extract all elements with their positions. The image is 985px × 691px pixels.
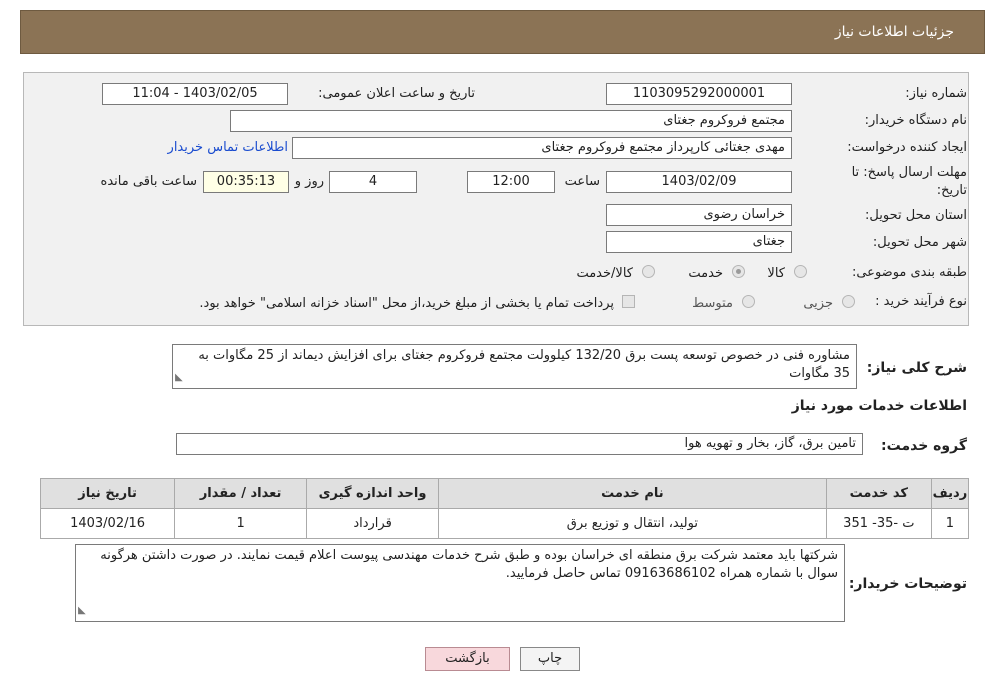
city-label: شهر محل تحویل: bbox=[872, 235, 967, 250]
province-label: استان محل تحویل: bbox=[865, 208, 967, 223]
remaining-time-field: 00:35:13 bbox=[203, 171, 289, 193]
province-field: خراسان رضوی bbox=[606, 204, 792, 226]
service-group-label: گروه خدمت: bbox=[881, 438, 967, 454]
category-goods-service-label: کالا/خدمت bbox=[576, 266, 633, 281]
cell-quantity: 1 bbox=[174, 508, 308, 539]
deadline-time-field: 12:00 bbox=[467, 171, 555, 193]
service-group-field: تامین برق، گاز، بخار و تهویه هوا bbox=[176, 433, 863, 455]
purchase-minor-radio[interactable] bbox=[842, 295, 855, 308]
page-header: جزئیات اطلاعات نیاز bbox=[20, 10, 985, 54]
days-label: روز و bbox=[294, 174, 324, 189]
services-section-title: اطلاعات خدمات مورد نیاز bbox=[791, 398, 967, 414]
buyer-notes-textarea[interactable]: شرکتها باید معتمد شرکت برق منطقه ای خراس… bbox=[75, 544, 845, 622]
col-header-need-date: تاریخ نیاز bbox=[39, 478, 176, 509]
deadline-date-field: 1403/02/09 bbox=[606, 171, 792, 193]
buyer-contact-link[interactable]: اطلاعات تماس خریدار bbox=[168, 140, 288, 155]
cell-service-name: تولید، انتقال و توزیع برق bbox=[438, 508, 827, 539]
resize-grip-icon[interactable]: ◢ bbox=[78, 602, 86, 620]
page-title: جزئیات اطلاعات نیاز bbox=[834, 24, 954, 40]
purchase-medium-radio[interactable] bbox=[742, 295, 755, 308]
category-goods-service-radio[interactable] bbox=[642, 265, 655, 278]
need-number-field: 1103095292000001 bbox=[606, 83, 792, 105]
cell-service-code: ت -35- 351 bbox=[825, 508, 932, 539]
announce-datetime-field: 1403/02/05 - 11:04 bbox=[102, 83, 288, 105]
buyer-org-field: مجتمع فروکروم جغتای bbox=[230, 110, 792, 132]
remaining-label: ساعت باقی مانده bbox=[100, 174, 197, 189]
category-goods-radio[interactable] bbox=[794, 265, 807, 278]
requester-field: مهدی جغتائی کارپرداز مجتمع فروکروم جغتای bbox=[292, 137, 792, 159]
cell-row-num: 1 bbox=[930, 508, 970, 539]
purchase-type-label: نوع فرآیند خرید : bbox=[875, 294, 967, 309]
col-header-unit: واحد اندازه گیری bbox=[306, 478, 440, 509]
city-field: جغتای bbox=[606, 231, 792, 253]
announce-datetime-label: تاریخ و ساعت اعلان عمومی: bbox=[318, 86, 475, 101]
col-header-row-num: ردیف bbox=[930, 478, 970, 509]
cell-unit: قرارداد bbox=[306, 508, 440, 539]
summary-textarea[interactable]: مشاوره فنی در خصوص توسعه پست برق 132/20 … bbox=[172, 344, 857, 389]
category-goods-label: کالا bbox=[767, 266, 785, 281]
purchase-medium-label: متوسط bbox=[692, 296, 733, 311]
col-header-quantity: تعداد / مقدار bbox=[174, 478, 308, 509]
treasury-bonds-checkbox[interactable] bbox=[622, 295, 635, 308]
deadline-time-label: ساعت bbox=[564, 174, 600, 189]
print-button[interactable]: چاپ bbox=[520, 647, 580, 671]
days-field: 4 bbox=[329, 171, 417, 193]
buyer-notes-text: شرکتها باید معتمد شرکت برق منطقه ای خراس… bbox=[100, 548, 838, 581]
back-button[interactable]: بازگشت bbox=[425, 647, 510, 671]
category-service-radio[interactable] bbox=[732, 265, 745, 278]
treasury-bonds-note: پرداخت تمام یا بخشی از مبلغ خرید،از محل … bbox=[199, 296, 614, 311]
resize-grip-icon[interactable]: ◢ bbox=[175, 369, 183, 387]
buyer-org-label: نام دستگاه خریدار: bbox=[864, 113, 967, 128]
summary-label: شرح کلی نیاز: bbox=[866, 360, 967, 376]
need-details-page: جزئیات اطلاعات نیاز AriaTender.net شماره… bbox=[0, 0, 985, 691]
table-header-row: ردیف کد خدمت نام خدمت واحد اندازه گیری ت… bbox=[39, 478, 970, 509]
cell-need-date: 1403/02/16 bbox=[39, 508, 176, 539]
table-row: 1 ت -35- 351 تولید، انتقال و توزیع برق ق… bbox=[39, 508, 970, 539]
need-number-label: شماره نیاز: bbox=[905, 86, 967, 101]
col-header-service-name: نام خدمت bbox=[438, 478, 827, 509]
summary-text: مشاوره فنی در خصوص توسعه پست برق 132/20 … bbox=[198, 348, 850, 381]
services-table: ردیف کد خدمت نام خدمت واحد اندازه گیری ت… bbox=[39, 478, 970, 539]
col-header-service-code: کد خدمت bbox=[825, 478, 932, 509]
buyer-notes-label: توضیحات خریدار: bbox=[848, 576, 967, 592]
requester-label: ایجاد کننده درخواست: bbox=[847, 140, 967, 155]
deadline-label: مهلت ارسال پاسخ: تا تاریخ: bbox=[851, 165, 967, 198]
category-label: طبقه بندی موضوعی: bbox=[851, 265, 967, 280]
purchase-minor-label: جزیی bbox=[803, 296, 833, 311]
category-service-label: خدمت bbox=[688, 266, 723, 281]
